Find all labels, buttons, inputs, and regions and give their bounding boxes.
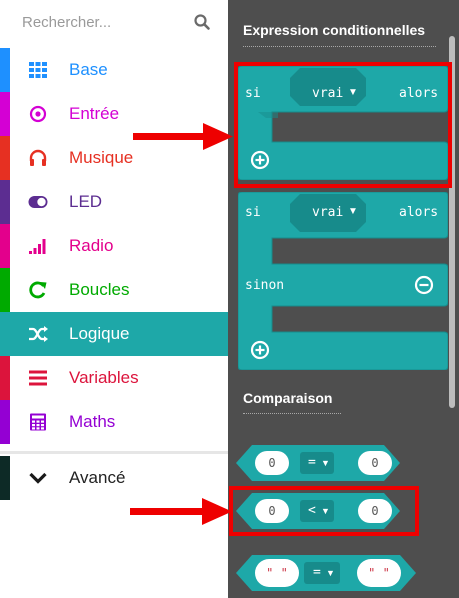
category-label: Maths — [69, 412, 116, 431]
if-keyword: si — [245, 205, 261, 220]
refresh-icon — [29, 281, 47, 299]
dropdown-caret-icon[interactable]: ▼ — [326, 566, 335, 580]
signal-bars-icon — [29, 239, 46, 254]
right-operand-input[interactable]: 0 — [358, 451, 392, 475]
grid-icon — [29, 62, 47, 78]
operator-dropdown[interactable]: = — [313, 566, 321, 580]
category-radio[interactable]: Radio — [0, 224, 228, 268]
category-label: Musique — [69, 148, 134, 167]
section-divider — [243, 413, 341, 414]
category-color-bar — [0, 48, 10, 92]
boolean-dropdown[interactable]: vrai — [312, 206, 343, 220]
arrow-icon — [130, 498, 232, 525]
section-divider — [243, 46, 436, 47]
headphones-icon — [29, 149, 47, 166]
category-color-bar — [0, 92, 10, 136]
section-title-comparison: Comparaison — [243, 390, 333, 406]
category-color-bar — [0, 400, 10, 444]
list-icon — [29, 370, 47, 386]
category-color-bar — [0, 456, 10, 500]
section-title-conditional: Expression conditionnelles — [243, 22, 426, 38]
dropdown-caret-icon[interactable]: ▼ — [348, 205, 358, 219]
shuffle-icon — [29, 326, 48, 342]
category-color-bar — [0, 268, 10, 312]
category-maths[interactable]: Maths — [0, 400, 228, 444]
category-label: Variables — [69, 368, 139, 387]
category-label: LED — [69, 192, 103, 211]
highlight-box-less-than-block — [229, 486, 419, 536]
toggle-icon — [28, 196, 48, 208]
operator-dropdown[interactable]: = — [308, 456, 316, 470]
else-keyword: sinon — [245, 278, 285, 293]
category-label: Avancé — [69, 468, 126, 487]
category-logique[interactable]: Logique — [0, 312, 228, 356]
dropdown-caret-icon[interactable]: ▼ — [321, 456, 330, 470]
highlight-box-if-block — [234, 62, 452, 188]
category-color-bar — [0, 136, 10, 180]
search-input[interactable] — [22, 10, 182, 34]
category-boucles[interactable]: Boucles — [0, 268, 228, 312]
left-string-input[interactable]: " " — [255, 559, 299, 587]
category-label: Logique — [69, 324, 130, 343]
category-base[interactable]: Base — [0, 48, 228, 92]
category-label: Radio — [69, 236, 114, 255]
divider — [0, 451, 228, 454]
left-operand-input[interactable]: 0 — [255, 451, 289, 475]
category-led[interactable]: LED — [0, 180, 228, 224]
category-label: Boucles — [69, 280, 130, 299]
category-avance[interactable]: Avancé — [0, 456, 228, 500]
then-keyword: alors — [399, 205, 439, 220]
category-label: Entrée — [69, 104, 120, 123]
target-icon — [29, 105, 47, 123]
chevron-down-icon — [29, 472, 47, 484]
search-icon[interactable] — [193, 13, 211, 31]
calculator-icon — [30, 413, 46, 431]
category-color-bar — [0, 356, 10, 400]
search-bar — [0, 0, 228, 44]
right-string-input[interactable]: " " — [357, 559, 401, 587]
category-color-bar — [0, 180, 10, 224]
arrow-icon — [133, 123, 233, 150]
category-color-bar — [0, 224, 10, 268]
category-label: Base — [69, 60, 108, 79]
category-variables[interactable]: Variables — [0, 356, 228, 400]
